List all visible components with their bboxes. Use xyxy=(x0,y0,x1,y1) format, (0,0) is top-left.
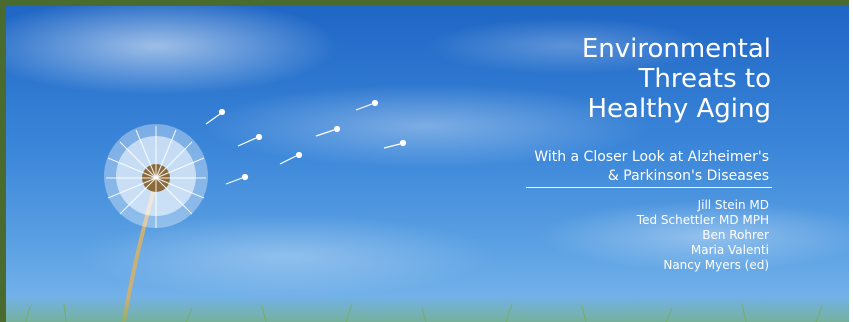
subtitle-line: With a Closer Look at Alzheimer's xyxy=(534,149,769,165)
author-list: Jill Stein MD Ted Schettler MD MPH Ben R… xyxy=(509,198,769,273)
author-name: Ted Schettler MD MPH xyxy=(636,213,769,227)
grass-strip xyxy=(6,296,849,322)
author-name: Ben Rohrer xyxy=(702,228,769,242)
author-name: Maria Valenti xyxy=(690,243,769,257)
title-line: Environmental xyxy=(581,34,771,64)
header-banner: Environmental Threats to Healthy Aging W… xyxy=(6,6,849,322)
floating-seeds xyxy=(205,99,407,185)
title-line: Healthy Aging xyxy=(587,94,771,124)
divider xyxy=(526,187,772,188)
title-line: Threats to xyxy=(638,64,771,94)
author-name: Jill Stein MD xyxy=(697,198,769,212)
page-title: Environmental Threats to Healthy Aging xyxy=(451,34,771,124)
author-name: Nancy Myers (ed) xyxy=(663,258,769,272)
subtitle-line: & Parkinson's Diseases xyxy=(607,168,769,184)
dandelion-head xyxy=(104,124,208,228)
page-subtitle: With a Closer Look at Alzheimer's & Park… xyxy=(409,148,769,186)
banner-frame: Environmental Threats to Healthy Aging W… xyxy=(0,0,849,322)
